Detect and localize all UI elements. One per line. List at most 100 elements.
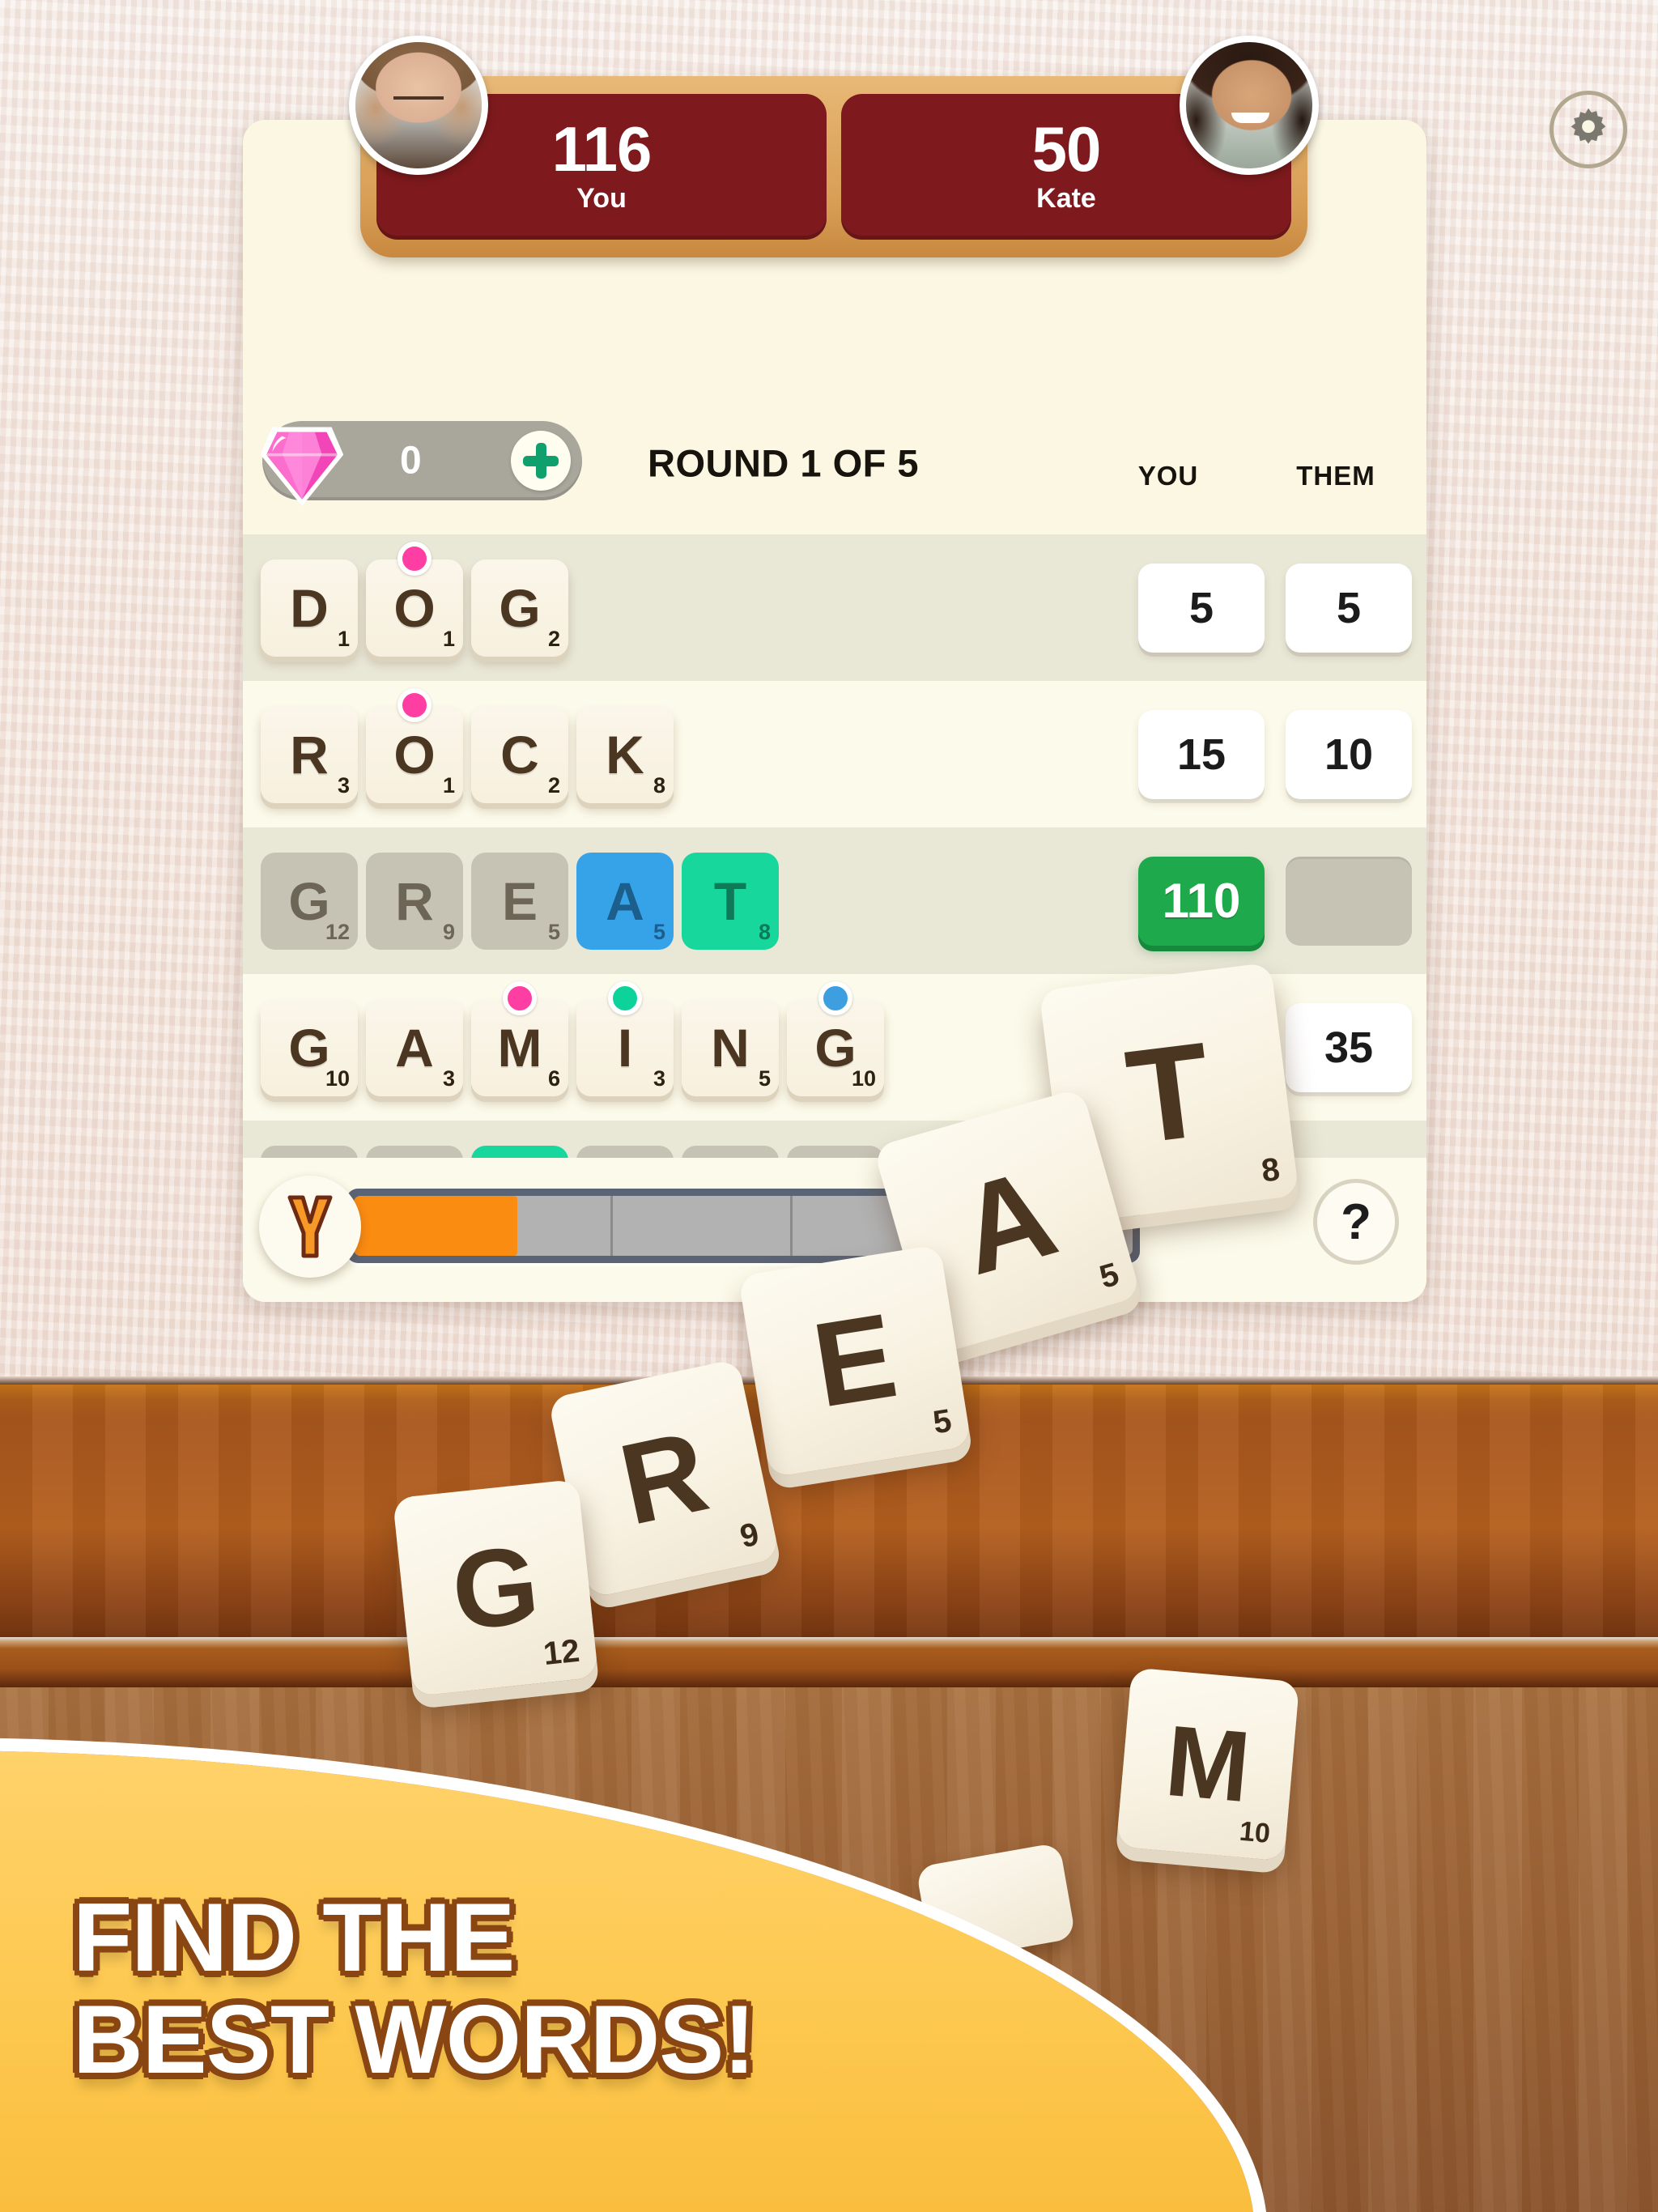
player-panel-kate[interactable]: 50 Kate: [841, 36, 1319, 240]
letter-tile[interactable]: G 12: [261, 852, 358, 950]
tile-points: 5: [653, 919, 665, 944]
letter-tile[interactable]: A 3: [366, 998, 463, 1096]
word-row[interactable]: R 3 O 1 C 2 K 8 15 10: [243, 681, 1426, 827]
tile-points: 1: [442, 772, 455, 798]
tile-points: 1: [337, 626, 350, 651]
tile-letter: T: [1119, 1014, 1219, 1172]
help-button[interactable]: ?: [1313, 1179, 1399, 1265]
tile-letter: G: [499, 577, 541, 638]
tile-points: 2: [547, 626, 560, 651]
tile-points: 10: [325, 1066, 350, 1091]
player-name-you: You: [576, 182, 627, 214]
falling-tile: G 12: [392, 1478, 599, 1697]
tile-group: G 10 A 3 M 6 I 3 N 5 G 10: [261, 981, 884, 1096]
tile-letter: N: [711, 1017, 750, 1078]
player-panel-you[interactable]: 116 You: [349, 36, 827, 240]
promo-banner-text: FIND THE BEST WORDS!: [73, 1887, 755, 2091]
tile-points: 1: [442, 626, 455, 651]
falling-tile: E 5: [738, 1244, 972, 1478]
tile-letter: D: [290, 577, 329, 638]
progress-fill: [354, 1196, 518, 1256]
tile-points: 3: [442, 1066, 455, 1091]
plus-icon-horizontal: [523, 455, 559, 466]
avatar-kate-photo: [1186, 42, 1312, 168]
row-scores: 15 10: [1138, 709, 1412, 799]
tile-points: 8: [758, 919, 771, 944]
tile-marker-dot-blue: [818, 981, 852, 1015]
gem-add-button[interactable]: [511, 431, 571, 491]
tile-points: 5: [1095, 1256, 1123, 1296]
tile-letter: M: [1161, 1704, 1255, 1824]
letter-tile[interactable]: D 1: [261, 559, 358, 657]
tile-points: 10: [1238, 1815, 1272, 1849]
tile-points: 6: [547, 1066, 560, 1091]
meta-row: 0 ROUND 1 OF 5 YOU THEM: [243, 398, 1426, 528]
tile-marker-dot-green: [608, 981, 642, 1015]
tile-letter: A: [395, 1017, 434, 1078]
round-label: ROUND 1 OF 5: [648, 441, 920, 485]
letter-tile[interactable]: R 9: [366, 852, 463, 950]
letter-tile[interactable]: K 8: [576, 705, 674, 803]
y-logo-button[interactable]: [259, 1176, 361, 1278]
letter-tile[interactable]: A 5: [576, 852, 674, 950]
letter-tile[interactable]: C 2: [471, 705, 568, 803]
letter-tile[interactable]: G 10: [787, 981, 884, 1096]
letter-tile[interactable]: M 6: [471, 981, 568, 1096]
gear-icon: [1571, 108, 1606, 144]
gem-icon: [260, 427, 344, 507]
tile-points: 10: [851, 1066, 876, 1091]
scoreboard: 116 You 50 Kate: [349, 36, 1319, 257]
column-header-them: THEM: [1296, 460, 1375, 491]
tile-letter: R: [395, 870, 434, 931]
tile-points: 8: [1259, 1151, 1282, 1189]
score-you: 15: [1138, 709, 1265, 799]
player-name-kate: Kate: [1036, 182, 1096, 214]
settings-button[interactable]: [1550, 91, 1627, 168]
row-scores: 110: [1138, 856, 1412, 946]
letter-tile[interactable]: N 5: [682, 998, 779, 1096]
letter-tile[interactable]: G 10: [261, 998, 358, 1096]
word-row[interactable]: G 12 R 9 E 5 A 5 T 8: [243, 827, 1426, 974]
score-them: 5: [1286, 563, 1412, 653]
tile-points: 5: [758, 1066, 771, 1091]
progress-segment-divider: [610, 1196, 614, 1256]
score-you: 5: [1138, 563, 1265, 653]
tile-marker-dot-pink: [397, 687, 432, 722]
avatar-you[interactable]: [349, 36, 488, 175]
tile-points: 3: [653, 1066, 665, 1091]
tile-letter: R: [610, 1406, 718, 1550]
word-row[interactable]: D 1 O 1 G 2 5 5: [243, 534, 1426, 681]
tile-points: 9: [442, 919, 455, 944]
player-score-you: 116: [551, 113, 653, 185]
tile-points: 9: [737, 1516, 763, 1555]
letter-tile[interactable]: O 1: [366, 541, 463, 657]
progress-segment-divider: [789, 1196, 793, 1256]
tile-letter: T: [713, 870, 747, 931]
player-score-kate: 50: [1031, 113, 1102, 185]
avatar-kate[interactable]: [1180, 36, 1319, 175]
tile-letter: E: [805, 1288, 905, 1433]
promo-banner-line1: FIND THE: [73, 1883, 515, 1992]
tile-letter: G: [288, 1017, 330, 1078]
tile-letter: A: [606, 870, 644, 931]
tile-letter: I: [617, 1017, 633, 1078]
tile-marker-dot-pink: [503, 981, 537, 1015]
tile-letter: A: [944, 1141, 1070, 1302]
gem-counter[interactable]: 0: [260, 421, 582, 507]
letter-tile[interactable]: T 8: [682, 852, 779, 950]
letter-tile[interactable]: G 2: [471, 559, 568, 657]
letter-tile[interactable]: E 5: [471, 852, 568, 950]
tile-points: 12: [542, 1632, 581, 1673]
falling-tile: M 10: [1116, 1667, 1300, 1861]
score-them-empty: [1286, 856, 1412, 946]
tile-group: G 12 R 9 E 5 A 5 T 8: [261, 852, 779, 950]
letter-tile[interactable]: O 1: [366, 687, 463, 803]
letter-tile[interactable]: R 3: [261, 705, 358, 803]
tile-letter: O: [393, 724, 436, 785]
tile-points: 12: [325, 919, 350, 944]
tile-group: R 3 O 1 C 2 K 8: [261, 687, 674, 803]
tile-marker-dot-pink: [397, 541, 432, 576]
tile-letter: M: [497, 1017, 542, 1078]
tile-letter: G: [814, 1017, 857, 1078]
letter-tile[interactable]: I 3: [576, 981, 674, 1096]
